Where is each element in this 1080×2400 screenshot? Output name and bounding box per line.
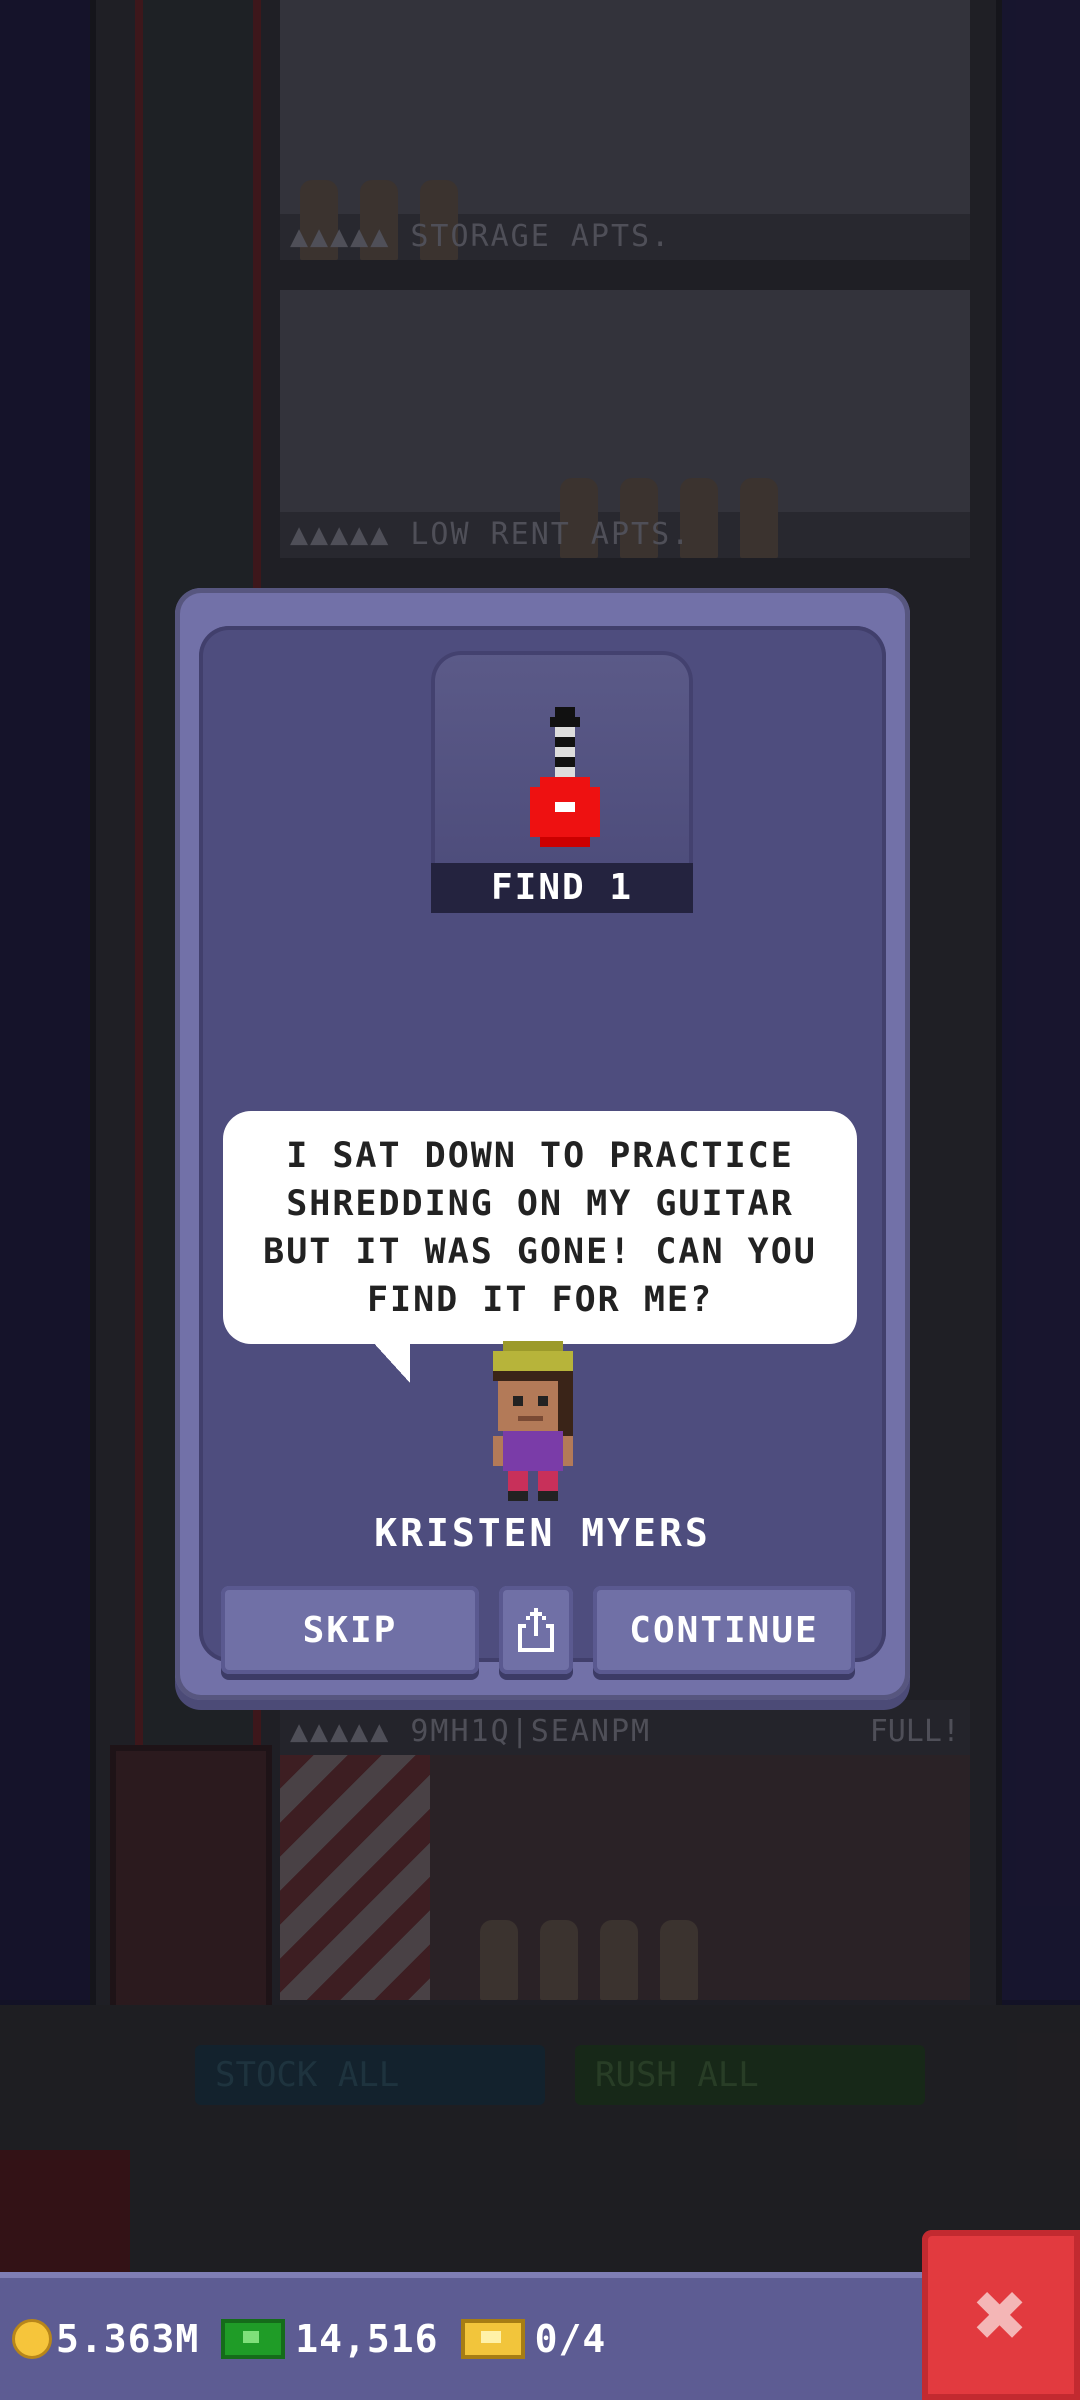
coin-icon [12,2319,52,2359]
share-icon [518,1608,554,1652]
bux-icon [221,2319,286,2359]
share-button[interactable] [499,1586,573,1674]
coins-value: 5.363M [56,2317,200,2361]
bux-value: 14,516 [295,2317,439,2361]
quest-objective-label: FIND 1 [431,863,693,913]
tickets-stat[interactable]: 0/4 [460,2317,607,2361]
skip-button[interactable]: SKIP [221,1586,479,1674]
close-button[interactable]: ✖ [922,2230,1080,2400]
coins-stat: 5.363M [12,2317,199,2361]
currency-bar: 5.363M 14,516 0/4 [0,2272,930,2400]
character-sprite [493,1341,573,1501]
quest-item-card: FIND 1 [431,651,693,913]
speech-bubble: I SAT DOWN TO PRACTICE SHREDDING ON MY G… [223,1111,857,1344]
character-name: KRISTEN MYERS [374,1511,711,1555]
speech-bubble-tail [371,1341,411,1383]
close-icon: ✖ [973,2262,1029,2368]
quest-dialog-panel: FIND 1 I SAT DOWN TO PRACTICE SHREDDING … [199,626,886,1674]
quest-message: I SAT DOWN TO PRACTICE SHREDDING ON MY G… [263,1135,817,1320]
continue-button[interactable]: CONTINUE [593,1586,855,1674]
tickets-value: 0/4 [534,2317,607,2361]
ticket-icon [460,2319,525,2359]
quest-dialog: FIND 1 I SAT DOWN TO PRACTICE SHREDDING … [175,588,910,1700]
guitar-icon [530,707,600,847]
bux-stat[interactable]: 14,516 [221,2317,438,2361]
